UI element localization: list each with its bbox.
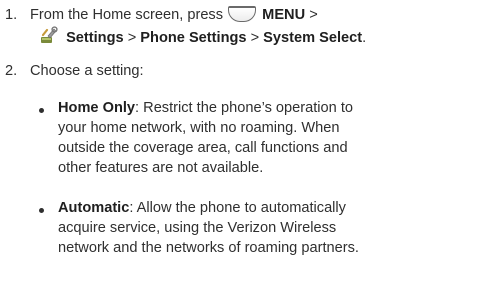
option-line: Home Only: Restrict the phone’s operatio… bbox=[58, 98, 353, 119]
separator: > bbox=[250, 30, 260, 46]
step-1-line-1: From the Home screen, press MENU > bbox=[30, 5, 318, 26]
step-1-number: 1. bbox=[5, 7, 18, 23]
menu-label: MENU bbox=[262, 7, 306, 23]
option-line: network and the networks of roaming part… bbox=[58, 240, 359, 256]
phone-settings-label: Phone Settings bbox=[140, 30, 247, 46]
option-text: : Allow the phone to automatically bbox=[129, 200, 346, 216]
option-term: Home Only bbox=[58, 100, 136, 116]
option-term: Automatic bbox=[58, 200, 130, 216]
settings-label: Settings bbox=[66, 30, 124, 46]
bullet-icon bbox=[39, 208, 44, 213]
option-line: your home network, with no roaming. When bbox=[58, 120, 340, 136]
option-line: Automatic: Allow the phone to automatica… bbox=[58, 198, 346, 219]
menu-key-icon bbox=[228, 6, 257, 22]
step-1-intro-text: From the Home screen, press bbox=[30, 7, 224, 23]
option-text: : Restrict the phone’s operation to bbox=[135, 100, 354, 116]
step-1-line-2: Settings > Phone Settings > System Selec… bbox=[38, 26, 366, 49]
option-line: acquire service, using the Verizon Wirel… bbox=[58, 220, 337, 236]
option-line: outside the coverage area, call function… bbox=[58, 140, 348, 156]
separator: > bbox=[127, 30, 137, 46]
step-2-number: 2. bbox=[5, 63, 18, 79]
period: . bbox=[362, 30, 367, 46]
step-2-text: Choose a setting: bbox=[30, 63, 144, 79]
separator: > bbox=[309, 7, 318, 23]
bullet-icon bbox=[39, 108, 44, 113]
option-line: other features are not available. bbox=[58, 160, 264, 176]
system-select-label: System Select bbox=[263, 30, 363, 46]
settings-wrench-icon bbox=[41, 26, 58, 43]
